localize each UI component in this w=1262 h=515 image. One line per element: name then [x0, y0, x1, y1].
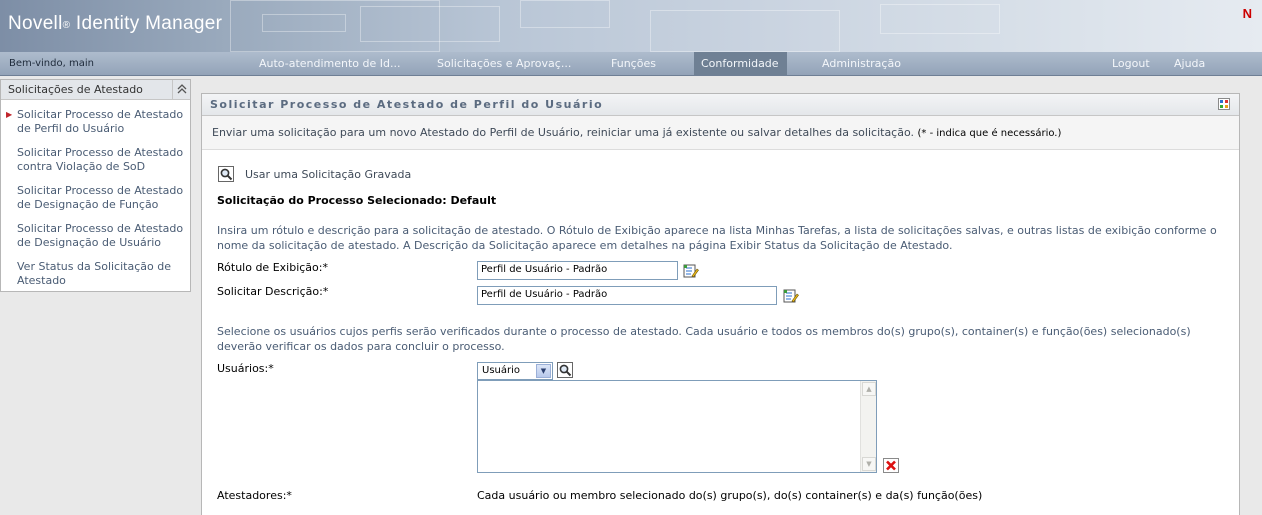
description-label: Solicitar Descrição:* [217, 285, 329, 298]
layout-grid-icon[interactable] [1218, 98, 1230, 110]
tab-roles[interactable]: Funções [604, 52, 663, 75]
tab-administration[interactable]: Administração [815, 52, 908, 75]
sidebar-header: Solicitações de Atestado [1, 80, 190, 100]
magnifier-icon[interactable] [557, 362, 573, 378]
sidebar-item-role-assignment-attestation[interactable]: Solicitar Processo de Atestado de Design… [1, 184, 190, 212]
sidebar-item-label: Solicitar Processo de Atestado contra Vi… [17, 146, 184, 173]
page-title: Solicitar Processo de Atestado de Perfil… [210, 98, 604, 111]
description-input[interactable]: Perfil de Usuário - Padrão [477, 286, 777, 305]
users-help-text: Selecione os usuários cujos perfis serão… [217, 325, 1191, 353]
chevron-down-icon[interactable]: ▼ [536, 364, 551, 378]
intro-section: Enviar uma solicitação para um novo Ates… [202, 116, 1239, 150]
header-decoration [262, 14, 346, 32]
attesters-value: Cada usuário ou membro selecionado do(s)… [477, 489, 983, 502]
logout-link[interactable]: Logout [1112, 52, 1150, 75]
welcome-text: Bem-vindo, main [9, 58, 94, 69]
tab-compliance[interactable]: Conformidade [694, 52, 787, 75]
sidebar-item-label: Solicitar Processo de Atestado de Perfil… [17, 108, 184, 135]
intro-text: Enviar uma solicitação para um novo Ates… [212, 126, 915, 139]
sidebar-item-label: Ver Status da Solicitação de Atestado [17, 260, 171, 287]
label-help-text: Insira um rótulo e descrição para a soli… [217, 224, 1217, 252]
sidebar-item-user-assignment-attestation[interactable]: Solicitar Processo de Atestado de Design… [1, 222, 190, 250]
localize-edit-icon[interactable] [683, 263, 699, 279]
attesters-label: Atestadores:* [217, 489, 292, 502]
user-type-select[interactable]: Usuário ▼ [477, 362, 553, 380]
brand-name: Novell [8, 13, 63, 34]
display-label-label: Rótulo de Exibição:* [217, 261, 328, 274]
header-decoration [360, 6, 500, 42]
novell-logo-icon[interactable]: N [1243, 6, 1252, 21]
delete-icon[interactable] [883, 458, 899, 473]
main-nav: Bem-vindo, main Auto-atendimento de Id..… [0, 52, 1262, 76]
active-marker-icon: ▶ [6, 110, 13, 119]
selected-users-list[interactable]: ▲ ▼ [477, 380, 877, 473]
sidebar-item-label: Solicitar Processo de Atestado de Design… [17, 184, 184, 211]
scroll-up-icon[interactable]: ▲ [862, 382, 876, 396]
sidebar-title: Solicitações de Atestado [8, 83, 143, 96]
panel-header: Solicitar Processo de Atestado de Perfil… [202, 94, 1239, 116]
sidebar-item-label: Solicitar Processo de Atestado de Design… [17, 222, 184, 249]
selected-process-heading: Solicitação do Processo Selecionado: Def… [217, 194, 497, 207]
users-label: Usuários:* [217, 362, 274, 375]
tab-self-service[interactable]: Auto-atendimento de Id... [252, 52, 408, 75]
header-decoration [520, 0, 610, 28]
double-chevron-up-icon[interactable] [172, 80, 190, 99]
scroll-down-icon[interactable]: ▼ [862, 457, 876, 471]
localize-edit-icon[interactable] [783, 288, 799, 304]
display-label-input[interactable]: Perfil de Usuário - Padrão [477, 261, 678, 280]
app-header: Novell® Identity Manager N [0, 0, 1262, 52]
header-decoration [650, 10, 840, 52]
tab-requests-approvals[interactable]: Solicitações e Aprovaç... [430, 52, 578, 75]
user-type-selected: Usuário [482, 365, 521, 376]
sidebar-item-attestation-status[interactable]: Ver Status da Solicitação de Atestado [1, 260, 190, 288]
required-note: (* - indica que é necessário.) [917, 128, 1062, 139]
sidebar-item-user-profile-attestation[interactable]: ▶ Solicitar Processo de Atestado de Perf… [1, 108, 190, 136]
help-link[interactable]: Ajuda [1174, 52, 1205, 75]
product-title: Novell® Identity Manager [8, 13, 222, 35]
vertical-scrollbar[interactable]: ▲ ▼ [860, 381, 876, 472]
product-name: Identity Manager [75, 13, 223, 34]
registered-mark: ® [62, 20, 71, 31]
sidebar-item-sod-attestation[interactable]: Solicitar Processo de Atestado contra Vi… [1, 146, 190, 174]
magnifier-icon[interactable] [218, 166, 234, 182]
use-saved-request-link[interactable]: Usar uma Solicitação Gravada [245, 168, 411, 181]
sidebar: Solicitações de Atestado ▶ Solicitar Pro… [0, 79, 191, 292]
header-decoration [880, 4, 1000, 34]
